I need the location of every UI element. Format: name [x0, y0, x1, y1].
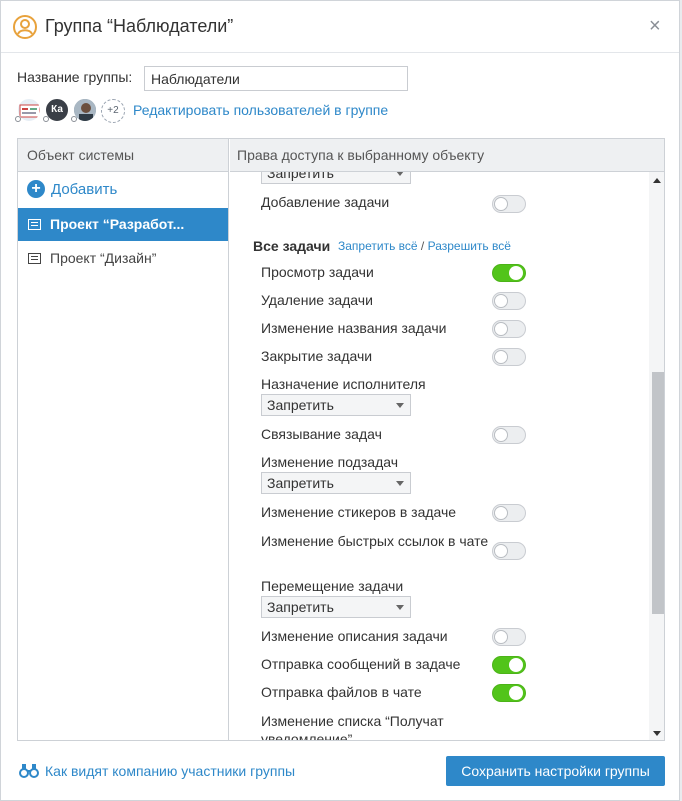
- document-icon: [28, 219, 41, 230]
- select-value: Запретить: [267, 475, 334, 491]
- avatar-status-dot: [15, 116, 21, 122]
- edit-users-link[interactable]: Редактировать пользователей в группе: [133, 102, 388, 118]
- group-icon: [13, 15, 37, 39]
- company-visibility-link[interactable]: Как видят компанию участники группы: [19, 763, 295, 779]
- rights-column: Права доступа к выбранному объекту Запре…: [230, 139, 664, 741]
- object-item-project-development[interactable]: Проект “Разработ...: [18, 208, 228, 241]
- document-icon: [28, 253, 41, 264]
- caret-down-icon: [396, 172, 404, 176]
- add-icon: +: [27, 180, 45, 199]
- perm-select[interactable]: Запретить: [261, 394, 411, 416]
- perm-label: Закрытие задачи: [261, 348, 373, 364]
- perm-toggle[interactable]: [492, 195, 526, 213]
- perm-label: Изменение описания задачи: [261, 628, 448, 644]
- section-links: Запретить всё / Разрешить всё: [338, 239, 511, 253]
- link-separator: /: [420, 239, 425, 253]
- avatar-status-dot: [71, 116, 77, 122]
- objects-header: Объект системы: [18, 139, 228, 172]
- select-value: Запретить: [267, 397, 334, 413]
- rights-scroll-area[interactable]: Запретить Добавление задачи Все задачи З…: [230, 172, 664, 741]
- perm-toggle[interactable]: [492, 348, 526, 366]
- perm-label: Связывание задач: [261, 426, 382, 442]
- objects-column: Объект системы + Добавить Проект “Разрабо…: [18, 139, 229, 740]
- perm-toggle[interactable]: [492, 628, 526, 646]
- avatar-status-dot: [43, 116, 49, 122]
- section-title: Все задачи: [253, 238, 331, 254]
- perm-label: Удаление задачи: [261, 292, 373, 308]
- perm-label: Изменение названия задачи: [261, 320, 447, 336]
- binoculars-icon: [19, 764, 39, 778]
- save-group-settings-button[interactable]: Сохранить настройки группы: [446, 756, 665, 786]
- permissions-panel: Объект системы + Добавить Проект “Разрабо…: [17, 138, 665, 741]
- perm-toggle[interactable]: [492, 656, 526, 674]
- perm-toggle[interactable]: [492, 426, 526, 444]
- perm-toggle[interactable]: [492, 320, 526, 338]
- add-object-button[interactable]: + Добавить: [27, 180, 117, 200]
- group-name-label: Название группы:: [17, 69, 133, 85]
- group-name-input[interactable]: [144, 66, 408, 91]
- top-permission-select[interactable]: Запретить: [261, 172, 411, 184]
- perm-label: Изменение списка “Получат уведомление”: [261, 713, 444, 741]
- add-label: Добавить: [51, 180, 118, 198]
- perm-label: Отправка файлов в чате: [261, 684, 422, 700]
- deny-all-link[interactable]: Запретить всё: [338, 239, 418, 253]
- perm-label: Перемещение задачи: [261, 578, 404, 594]
- company-visibility-label: Как видят компанию участники группы: [45, 763, 296, 779]
- scroll-thumb[interactable]: [652, 372, 664, 614]
- dialog-title: Группа “Наблюдатели”: [45, 16, 234, 36]
- perm-toggle[interactable]: [492, 684, 526, 702]
- object-item-label: Проект “Разработ...: [50, 216, 185, 232]
- scroll-down-icon[interactable]: [653, 731, 661, 736]
- perm-label: Отправка сообщений в задаче: [261, 656, 461, 672]
- rights-header: Права доступа к выбранному объекту: [230, 139, 664, 172]
- close-icon[interactable]: ×: [649, 15, 661, 37]
- rights-scrollbar[interactable]: [649, 172, 664, 740]
- perm-label: Изменение подзадач: [261, 454, 399, 470]
- perm-label: Назначение исполнителя: [261, 376, 426, 392]
- select-value: Запретить: [267, 172, 334, 181]
- scroll-up-icon[interactable]: [653, 178, 661, 183]
- perm-toggle[interactable]: [492, 504, 526, 522]
- select-value: Запретить: [267, 599, 334, 615]
- object-item-label: Проект “Дизайн”: [50, 250, 157, 266]
- perm-toggle[interactable]: [492, 292, 526, 310]
- object-item-project-design[interactable]: Проект “Дизайн”: [18, 242, 228, 275]
- perm-select[interactable]: Запретить: [261, 472, 411, 494]
- perm-toggle[interactable]: [492, 542, 526, 560]
- allow-all-link[interactable]: Разрешить всё: [428, 239, 511, 253]
- caret-down-icon: [396, 403, 404, 408]
- perm-label: Добавление задачи: [261, 194, 390, 210]
- caret-down-icon: [396, 481, 404, 486]
- more-members-badge[interactable]: +2: [101, 99, 125, 123]
- perm-toggle[interactable]: [492, 264, 526, 282]
- caret-down-icon: [396, 605, 404, 610]
- dialog-header: Группа “Наблюдатели” ×: [1, 1, 679, 53]
- perm-label: Изменение стикеров в задаче: [261, 504, 457, 520]
- group-settings-dialog: Группа “Наблюдатели” × Название группы: …: [0, 0, 680, 801]
- perm-label: Просмотр задачи: [261, 264, 374, 280]
- perm-label: Изменение быстрых ссылок в чате: [261, 533, 489, 549]
- perm-select[interactable]: Запретить: [261, 596, 411, 618]
